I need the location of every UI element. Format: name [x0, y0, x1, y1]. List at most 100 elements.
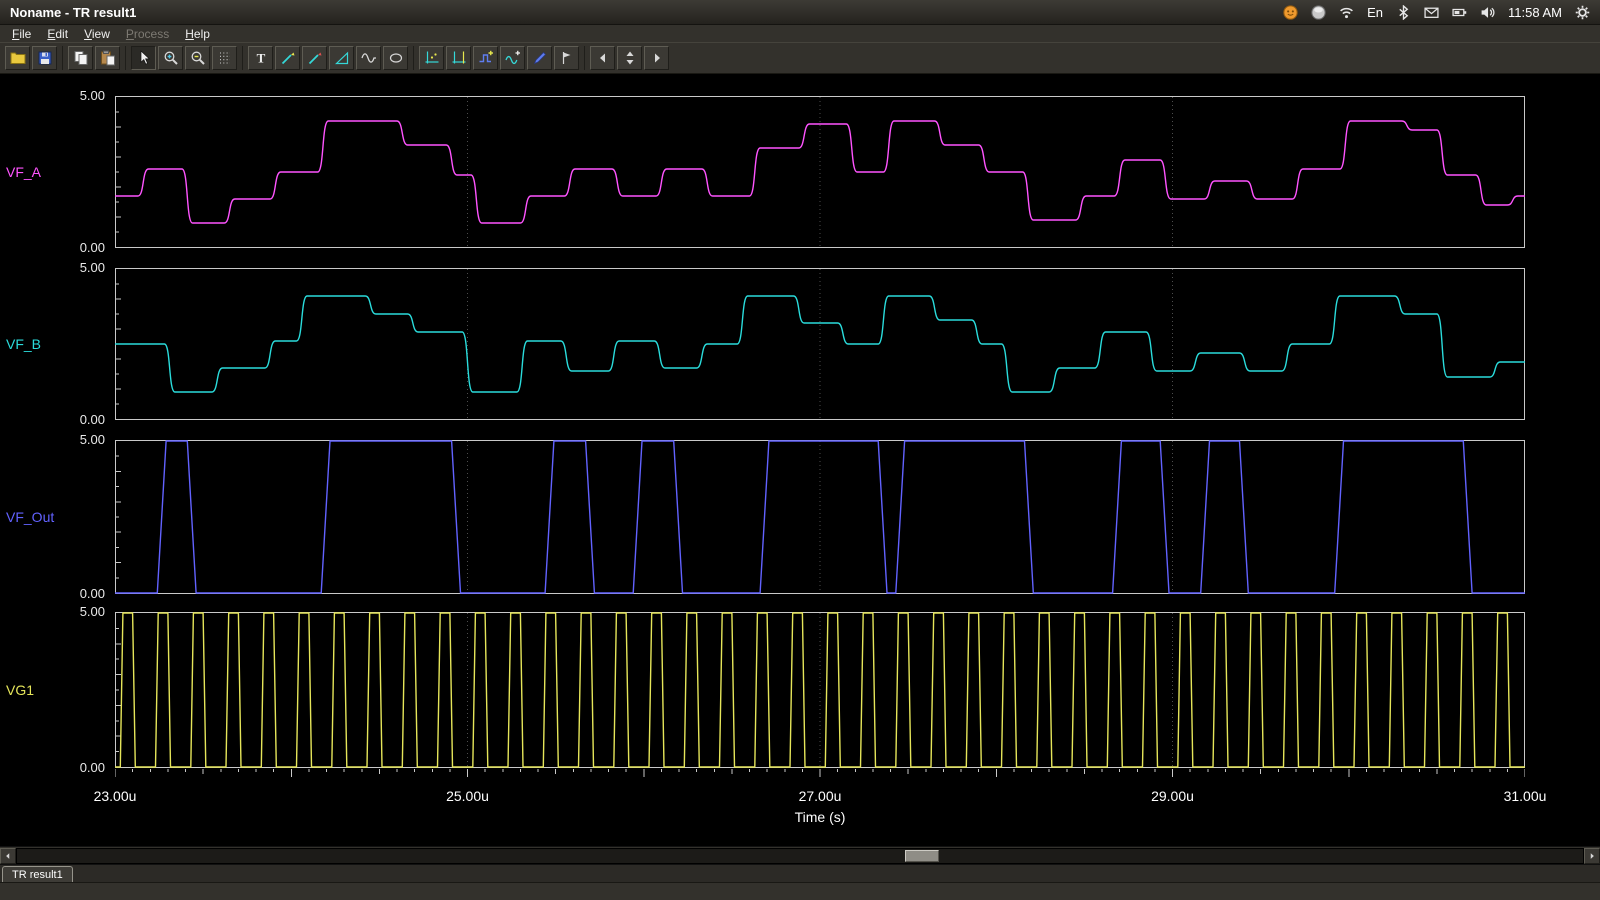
scrollbar-track[interactable] [16, 848, 1584, 864]
waveform-canvas[interactable] [115, 612, 1525, 768]
plot-area[interactable] [115, 612, 1525, 768]
addwave2-icon [505, 50, 521, 66]
waveform-canvas[interactable] [115, 96, 1525, 248]
text-tool-button[interactable] [248, 46, 273, 70]
ruler-icon [334, 50, 350, 66]
axes-button[interactable] [419, 46, 444, 70]
volume-icon[interactable] [1480, 5, 1495, 20]
paste-icon [100, 50, 116, 66]
menu-process[interactable]: Process [118, 27, 177, 41]
y-axis-max-label: 5.00 [80, 261, 105, 275]
waveform-canvas[interactable] [115, 268, 1525, 420]
paste-button[interactable] [95, 46, 120, 70]
addwave1-icon [478, 50, 494, 66]
pencil-icon [532, 50, 548, 66]
titlebar: Noname - TR result1 En11:58 AM [0, 0, 1600, 25]
scrollbar-right-arrow[interactable] [1584, 848, 1600, 864]
probe-current-button[interactable] [302, 46, 327, 70]
snap-grid-button[interactable] [212, 46, 237, 70]
trace-label: VF_A [6, 164, 41, 180]
wifi-icon[interactable] [1339, 5, 1354, 20]
bluetooth-icon[interactable] [1396, 5, 1411, 20]
sine-icon [361, 50, 377, 66]
battery-icon[interactable] [1452, 5, 1467, 20]
power-gear-icon[interactable] [1575, 5, 1590, 20]
trace-label: VF_Out [6, 509, 54, 525]
x-tick-labels: 23.00u25.00u27.00u29.00u31.00u [115, 786, 1525, 806]
toolbar-group [5, 46, 63, 70]
open-button[interactable] [5, 46, 30, 70]
waveform-panel-vf_out: 5.00 VF_Out 0.00 [0, 440, 1600, 594]
zoom-out-button[interactable] [185, 46, 210, 70]
application-window: Noname - TR result1 En11:58 AM FileEditV… [0, 0, 1600, 900]
menu-edit[interactable]: Edit [39, 27, 76, 41]
floppy-icon [37, 50, 53, 66]
plot-area[interactable] [115, 440, 1525, 594]
text-icon [253, 50, 269, 66]
clock-indicator[interactable]: 11:58 AM [1508, 5, 1562, 20]
tri-left-icon [595, 50, 611, 66]
result-tabs: TR result1 [0, 864, 1600, 882]
annotate-button[interactable] [527, 46, 552, 70]
x-tick-label: 29.00u [1151, 788, 1194, 804]
folder-icon [10, 50, 26, 66]
panel-gutter: 5.00 VG1 0.00 [0, 612, 115, 768]
menu-view[interactable]: View [76, 27, 118, 41]
probe-voltage-button[interactable] [275, 46, 300, 70]
pointer-tool-button[interactable] [131, 46, 156, 70]
panel-gutter: 5.00 VF_Out 0.00 [0, 440, 115, 594]
scrollbar-left-arrow[interactable] [0, 848, 16, 864]
save-button[interactable] [32, 46, 57, 70]
mail-icon[interactable] [1424, 5, 1439, 20]
axes-secondary-button[interactable] [446, 46, 471, 70]
plot-area[interactable] [115, 268, 1525, 420]
tab-tr-result1[interactable]: TR result1 [2, 866, 73, 882]
plot-area[interactable] [115, 96, 1525, 248]
panel-gutter: 5.00 VF_B 0.00 [0, 268, 115, 420]
ellipse-tool-button[interactable] [383, 46, 408, 70]
zoom-out-icon [190, 50, 206, 66]
toolbar-group [131, 46, 243, 70]
copy-button[interactable] [68, 46, 93, 70]
axes2-icon [451, 50, 467, 66]
y-axis-max-label: 5.00 [80, 605, 105, 619]
zoom-in-icon [163, 50, 179, 66]
toolbar [0, 42, 1600, 74]
waveform-canvas[interactable] [115, 440, 1525, 594]
flag-icon [559, 50, 575, 66]
menu-file[interactable]: File [4, 27, 39, 41]
x-tick-label: 25.00u [446, 788, 489, 804]
y-axis-max-label: 5.00 [80, 433, 105, 447]
x-tick-label: 23.00u [94, 788, 137, 804]
waveform-viewport: 5.00 VF_A 0.00 5.00 VF_B 0.00 5.00 VF_Ou… [0, 74, 1600, 846]
curve-tool-button[interactable] [356, 46, 381, 70]
y-axis-min-label: 0.00 [80, 241, 105, 255]
status-bar [0, 882, 1600, 900]
cursor-flag-button[interactable] [554, 46, 579, 70]
zoom-spin-button[interactable] [617, 46, 642, 70]
measure-tool-button[interactable] [329, 46, 354, 70]
keyboard-layout-indicator[interactable]: En [1367, 5, 1383, 20]
cursor-icon [136, 50, 152, 66]
x-tick-label: 27.00u [799, 788, 842, 804]
x-axis-title: Time (s) [115, 809, 1525, 825]
horizontal-scrollbar [0, 846, 1600, 864]
scrollbar-thumb[interactable] [905, 850, 939, 862]
session-indicator-icon[interactable] [1311, 5, 1326, 20]
x-axis-ticks [115, 769, 1525, 781]
menu-help[interactable]: Help [177, 27, 218, 41]
scroll-left-button[interactable] [590, 46, 615, 70]
y-axis-min-label: 0.00 [80, 413, 105, 427]
y-axis-min-label: 0.00 [80, 587, 105, 601]
axes1-icon [424, 50, 440, 66]
add-axis-button[interactable] [500, 46, 525, 70]
y-axis-max-label: 5.00 [80, 89, 105, 103]
scroll-right-button[interactable] [644, 46, 669, 70]
toolbar-group [590, 46, 674, 70]
menubar: FileEditViewProcessHelp [0, 25, 1600, 42]
zoom-in-button[interactable] [158, 46, 183, 70]
messaging-indicator-icon[interactable] [1283, 5, 1298, 20]
add-curve-button[interactable] [473, 46, 498, 70]
triangle-left-icon [3, 851, 13, 861]
toolbar-group [68, 46, 126, 70]
